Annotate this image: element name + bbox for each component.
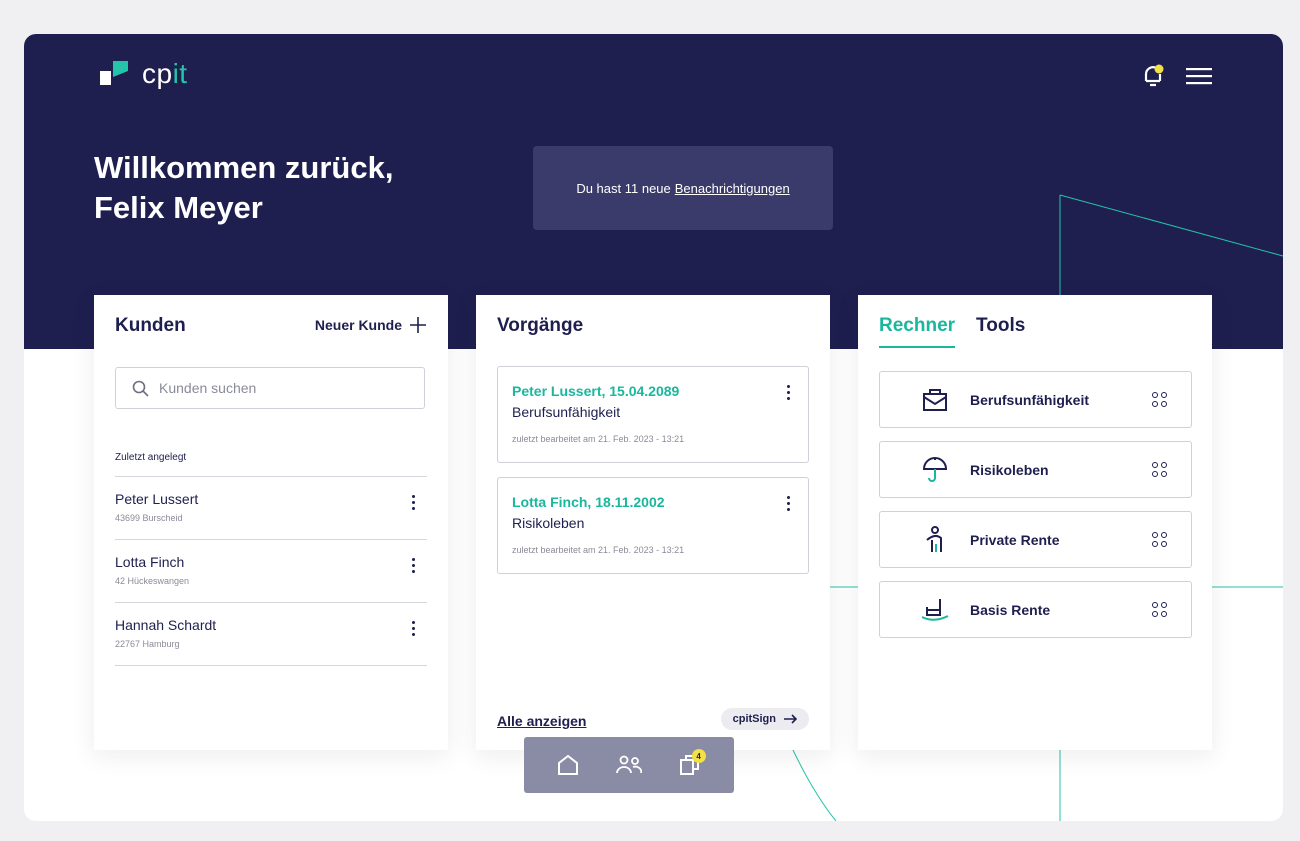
notification-badge: 4 bbox=[691, 749, 706, 763]
cpitsign-label: cpitSign bbox=[732, 713, 776, 725]
more-options-icon[interactable] bbox=[780, 381, 796, 403]
umbrella-icon bbox=[920, 455, 950, 485]
briefcase-icon bbox=[920, 385, 950, 415]
cpitsign-button[interactable]: cpitSign bbox=[720, 708, 809, 730]
calculator-item-berufsunfaehigkeit[interactable]: Berufsunfähigkeit bbox=[879, 371, 1192, 428]
calculator-label: Risikoleben bbox=[970, 461, 1049, 478]
logo-mark-icon bbox=[100, 61, 128, 85]
notification-bell-button[interactable] bbox=[1139, 62, 1167, 90]
customer-search bbox=[115, 367, 425, 409]
customers-title: Kunden bbox=[115, 315, 186, 336]
grid-icon bbox=[1152, 461, 1168, 478]
customer-row[interactable]: Hannah Schardt 22767 Hamburg bbox=[115, 603, 427, 666]
calculator-label: Berufsunfähigkeit bbox=[970, 391, 1090, 408]
process-title: Lotta Finch, 18.11.2002 bbox=[512, 494, 665, 510]
rocking-chair-icon bbox=[920, 595, 950, 625]
process-card[interactable]: Peter Lussert, 15.04.2089 Berufsunfähigk… bbox=[497, 366, 809, 463]
process-card[interactable]: Lotta Finch, 18.11.2002 Risikoleben zule… bbox=[497, 477, 809, 574]
new-customer-label: Neuer Kunde bbox=[314, 317, 402, 333]
customer-city: 43699 Burscheid bbox=[115, 513, 183, 523]
more-options-icon[interactable] bbox=[405, 491, 421, 513]
process-type: Berufsunfähigkeit bbox=[512, 404, 621, 420]
more-options-icon[interactable] bbox=[780, 492, 796, 514]
customer-row[interactable]: Peter Lussert 43699 Burscheid bbox=[115, 477, 427, 540]
process-meta: zuletzt bearbeitet am 21. Feb. 2023 - 13… bbox=[512, 545, 685, 555]
calculator-item-basis-rente[interactable]: Basis Rente bbox=[879, 581, 1192, 638]
tab-tools[interactable]: Tools bbox=[976, 315, 1025, 348]
grid-icon bbox=[1152, 601, 1168, 618]
grid-icon bbox=[1152, 531, 1168, 548]
grid-icon bbox=[1152, 391, 1168, 408]
nav-customers-button[interactable] bbox=[611, 747, 647, 783]
hamburger-icon bbox=[1186, 68, 1212, 85]
arrow-right-icon bbox=[784, 714, 797, 724]
customer-name: Hannah Schardt bbox=[115, 617, 217, 633]
calculator-label: Private Rente bbox=[970, 531, 1060, 548]
plus-icon bbox=[410, 317, 426, 333]
calculator-tabs: Rechner Tools bbox=[879, 315, 1025, 348]
new-customer-button[interactable]: Neuer Kunde bbox=[315, 317, 426, 333]
nav-documents-button[interactable]: 4 bbox=[672, 747, 708, 783]
logo-text-main: cp bbox=[142, 58, 173, 89]
process-meta: zuletzt bearbeitet am 21. Feb. 2023 - 13… bbox=[512, 434, 685, 444]
search-icon bbox=[132, 380, 149, 397]
customer-list: Peter Lussert 43699 Burscheid Lotta Finc… bbox=[115, 476, 427, 666]
processes-title: Vorgänge bbox=[497, 315, 584, 336]
welcome-heading: Willkommen zurück, Felix Meyer bbox=[94, 148, 393, 228]
header-actions bbox=[1139, 62, 1213, 90]
notice-text: Du hast 11 neue bbox=[576, 180, 671, 196]
calculator-card: Rechner Tools Berufsunfähigkeit Risikole… bbox=[858, 295, 1212, 750]
customer-row[interactable]: Lotta Finch 42 Hückeswangen bbox=[115, 540, 427, 603]
tab-rechner[interactable]: Rechner bbox=[879, 315, 956, 348]
notifications-link[interactable]: Benachrichtigungen bbox=[675, 181, 790, 196]
home-icon bbox=[558, 754, 579, 775]
logo-text: cpit bbox=[142, 58, 188, 90]
nav-home-button[interactable] bbox=[550, 747, 586, 783]
customer-city: 22767 Hamburg bbox=[115, 639, 180, 649]
app-frame: cpit Willkommen zurück, Felix Meyer Du h… bbox=[24, 34, 1283, 821]
show-all-link[interactable]: Alle anzeigen bbox=[497, 713, 586, 729]
search-input[interactable] bbox=[159, 380, 409, 396]
calculator-item-private-rente[interactable]: Private Rente bbox=[879, 511, 1192, 568]
customers-card: Kunden Neuer Kunde Zuletzt angelegt Pete… bbox=[94, 295, 448, 750]
menu-button[interactable] bbox=[1185, 62, 1213, 90]
customer-city: 42 Hückeswangen bbox=[115, 576, 190, 586]
notification-banner: Du hast 11 neue Benachrichtigungen bbox=[533, 146, 833, 230]
person-walking-icon bbox=[920, 525, 950, 555]
processes-card: Vorgänge Peter Lussert, 15.04.2089 Beruf… bbox=[476, 295, 830, 750]
customer-name: Lotta Finch bbox=[115, 554, 185, 570]
bell-icon bbox=[1144, 64, 1164, 87]
logo-text-accent: it bbox=[172, 58, 188, 89]
calculator-label: Basis Rente bbox=[970, 601, 1051, 618]
customer-name: Peter Lussert bbox=[115, 491, 199, 507]
more-options-icon[interactable] bbox=[405, 617, 421, 639]
process-title: Peter Lussert, 15.04.2089 bbox=[512, 383, 680, 399]
welcome-line: Willkommen zurück, bbox=[94, 150, 394, 185]
users-icon bbox=[616, 755, 642, 774]
process-type: Risikoleben bbox=[512, 515, 585, 531]
recent-label: Zuletzt angelegt bbox=[115, 452, 187, 463]
bottom-nav: 4 bbox=[524, 737, 734, 793]
calculator-item-risikoleben[interactable]: Risikoleben bbox=[879, 441, 1192, 498]
more-options-icon[interactable] bbox=[405, 554, 421, 576]
user-name: Felix Meyer bbox=[94, 190, 263, 225]
logo[interactable]: cpit bbox=[100, 58, 188, 90]
